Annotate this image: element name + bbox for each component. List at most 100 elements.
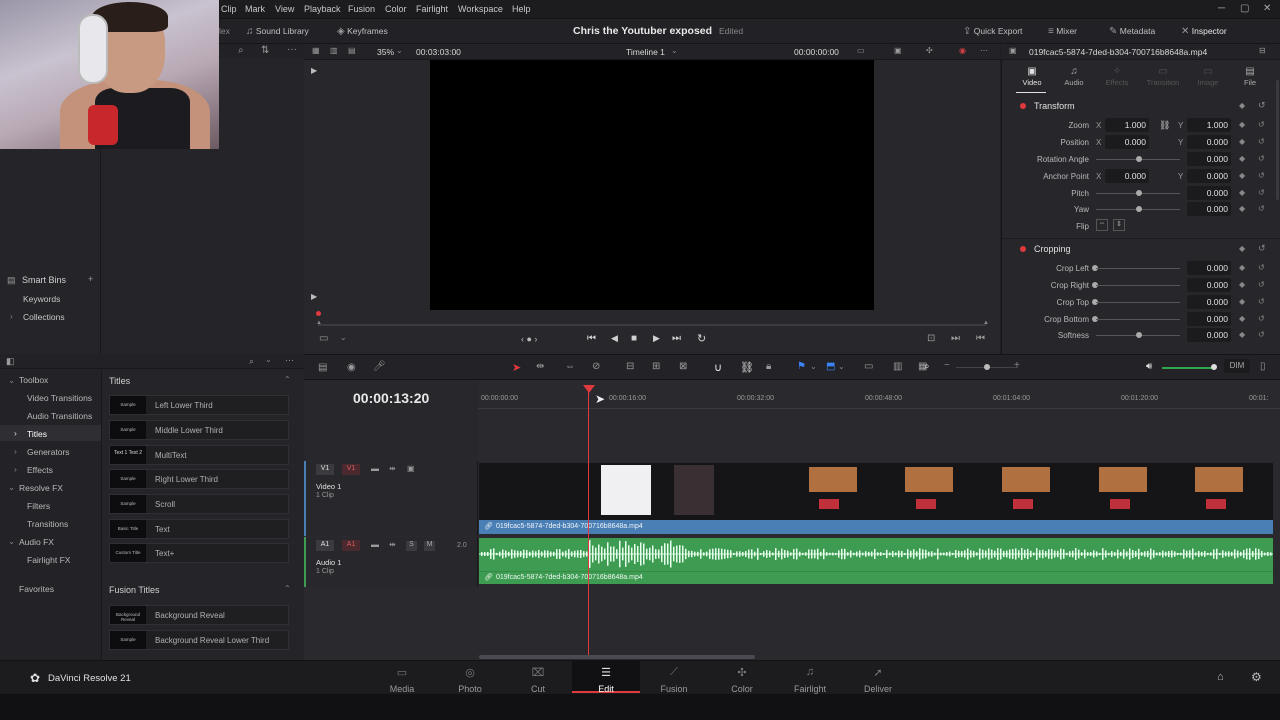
list-icon[interactable]: ▥	[330, 46, 338, 56]
go-to-start-icon[interactable]: ⏮	[587, 333, 596, 344]
zoom-dropdown-icon[interactable]: ⌄	[396, 46, 403, 55]
audio-clip-waveform[interactable]	[479, 538, 1273, 571]
pitch-keyframe-icon[interactable]: ◆	[1239, 188, 1245, 197]
keyframes-button[interactable]: ◈ Keyframes	[337, 26, 388, 37]
transform-icon[interactable]: ✣	[926, 46, 933, 56]
video-clip-label-bar[interactable]: 🔗︎ 019fcac5-5874-7ded-b304-700716b8648a.…	[479, 520, 1273, 534]
playhead-handle[interactable]	[583, 385, 595, 393]
viewer-screen[interactable]	[430, 60, 874, 310]
crop-bottom-reset-icon[interactable]: ↺	[1258, 314, 1265, 323]
zoom-x-field[interactable]: 1.000	[1105, 118, 1149, 132]
tab-video[interactable]: ▣ Video	[1017, 66, 1047, 87]
insert-clip-icon[interactable]: ⊟	[626, 362, 634, 372]
title-card-text-plus[interactable]: Custom Title Text+	[109, 543, 289, 563]
sidebar-item-generators[interactable]: Generators	[27, 447, 70, 457]
viewer-mode-icon[interactable]: ▭	[857, 46, 865, 56]
volume-handle[interactable]	[1211, 364, 1217, 370]
cropping-enable-toggle[interactable]	[1020, 246, 1026, 252]
marker-dropdown-icon[interactable]: ⌄	[838, 362, 845, 371]
dim-button[interactable]: DIM	[1224, 359, 1250, 373]
menu-mark[interactable]: Mark	[245, 4, 265, 14]
effects-more-icon[interactable]: ···	[285, 355, 294, 365]
chevron-down-icon[interactable]: ⌄	[8, 375, 15, 386]
tab-file[interactable]: ▤ File	[1235, 66, 1265, 87]
play-icon[interactable]: ▶	[653, 333, 660, 344]
sidebar-item-effects[interactable]: Effects	[27, 465, 53, 475]
minimize-icon[interactable]: ─	[1218, 3, 1225, 14]
rotation-reset-icon[interactable]: ↺	[1258, 154, 1265, 163]
metadata-button[interactable]: ✎ Metadata	[1109, 26, 1155, 37]
rotation-slider-handle[interactable]	[1136, 156, 1142, 162]
blade-tool-icon[interactable]: ⊘	[592, 362, 600, 372]
speaker-icon[interactable]: 🔊︎	[1146, 361, 1152, 372]
deliver-page-icon[interactable]: ➚	[848, 666, 908, 679]
sidebar-item-resolve-fx[interactable]: Resolve FX	[19, 483, 63, 493]
crop-right-reset-icon[interactable]: ↺	[1258, 280, 1265, 289]
pitch-field[interactable]: 0.000	[1187, 186, 1231, 200]
crop-left-slider[interactable]	[1096, 268, 1180, 269]
auto-select-icon[interactable]: ⇹	[389, 464, 396, 474]
menu-workspace[interactable]: Workspace	[458, 4, 503, 14]
source-a1-badge[interactable]: A1	[316, 540, 334, 551]
marker-icon[interactable]: ⬒	[826, 361, 835, 372]
inspector-scrollbar[interactable]	[1276, 80, 1279, 200]
page-edit[interactable]: Edit	[576, 684, 636, 694]
viewer-scrubber[interactable]	[318, 324, 986, 326]
page-fusion[interactable]: Fusion	[644, 684, 704, 694]
dest-a1-badge[interactable]: A1	[342, 540, 360, 551]
lock-icon[interactable]: 🔒︎	[766, 362, 771, 372]
tab-transition[interactable]: ▭ Transition	[1143, 66, 1183, 87]
zoom-detail-icon[interactable]: ▥	[893, 362, 902, 372]
fairlight-page-icon[interactable]: ♫	[780, 666, 840, 678]
title-card-middle-lower-third[interactable]: Sample Middle Lower Third	[109, 420, 289, 440]
source-v1-badge[interactable]: V1	[316, 464, 334, 475]
flip-vertical-icon[interactable]: ⇕	[1113, 219, 1125, 231]
rotation-keyframe-icon[interactable]: ◆	[1239, 154, 1245, 163]
cropping-section[interactable]: Cropping ◆ ↺	[1002, 241, 1280, 259]
pitch-reset-icon[interactable]: ↺	[1258, 188, 1265, 197]
menu-color[interactable]: Color	[385, 4, 407, 14]
stop-icon[interactable]: ■	[631, 333, 637, 344]
quick-export-button[interactable]: ⇪ Quick Export	[963, 26, 1022, 37]
collections-item[interactable]: Collections	[23, 312, 65, 322]
edit-page-icon[interactable]: ☰	[576, 666, 636, 679]
safe-area-dropdown-icon[interactable]: ⌄	[340, 333, 347, 342]
more-options-icon[interactable]: ···	[287, 45, 297, 55]
volume-slider[interactable]	[1162, 367, 1214, 369]
go-to-end-icon[interactable]: ⏭	[672, 333, 681, 344]
crop-top-reset-icon[interactable]: ↺	[1258, 297, 1265, 306]
mute-button[interactable]: M	[424, 541, 435, 551]
chevron-down-icon[interactable]: ⌄	[8, 482, 15, 493]
page-deliver[interactable]: Deliver	[848, 684, 908, 694]
cut-page-icon[interactable]: ⌧	[508, 666, 568, 679]
jog-wheel[interactable]: ‹ ● ›	[521, 334, 537, 344]
fusion-page-icon[interactable]: ⟋	[644, 666, 704, 679]
color-page-icon[interactable]: ✣	[712, 666, 772, 679]
timeline-dropdown-icon[interactable]: ⌄	[671, 46, 678, 55]
effects-filter-icon[interactable]: ⌄	[265, 355, 272, 364]
layout-icon[interactable]: ▤	[348, 46, 356, 56]
loop-icon[interactable]: ↻	[697, 332, 706, 345]
dynamic-trim-icon[interactable]: ⇔	[565, 362, 575, 372]
position-keyframe-icon[interactable]: ◆	[1239, 137, 1245, 146]
selection-tool-icon[interactable]: ➤	[512, 361, 521, 374]
cropping-keyframe-icon[interactable]: ◆	[1239, 244, 1245, 253]
softness-keyframe-icon[interactable]: ◆	[1239, 330, 1245, 339]
grid-icon[interactable]: ▦	[312, 46, 320, 56]
yaw-field[interactable]: 0.000	[1187, 202, 1231, 216]
audio-clip-label-bar[interactable]: 🔗︎ 019fcac5-5874-7ded-b304-700716b8648a.…	[479, 571, 1273, 584]
more-icon[interactable]: ⋯	[980, 46, 988, 56]
transform-enable-toggle[interactable]	[1020, 103, 1026, 109]
rotation-field[interactable]: 0.000	[1187, 152, 1231, 166]
sidebar-item-filters[interactable]: Filters	[27, 501, 50, 511]
chevron-right-icon[interactable]: ›	[10, 312, 13, 321]
track-lock-icon[interactable]: ▬	[371, 464, 379, 474]
crop-bottom-field[interactable]: 0.000	[1187, 312, 1231, 326]
menu-fusion[interactable]: Fusion	[348, 4, 375, 14]
page-fairlight[interactable]: Fairlight	[780, 684, 840, 694]
menu-clip[interactable]: Clip	[221, 4, 237, 14]
dest-v1-badge[interactable]: V1	[342, 464, 360, 475]
timeline-selector[interactable]: Timeline 1	[626, 47, 665, 57]
zoom-y-field[interactable]: 1.000	[1187, 118, 1231, 132]
yaw-reset-icon[interactable]: ↺	[1258, 204, 1265, 213]
